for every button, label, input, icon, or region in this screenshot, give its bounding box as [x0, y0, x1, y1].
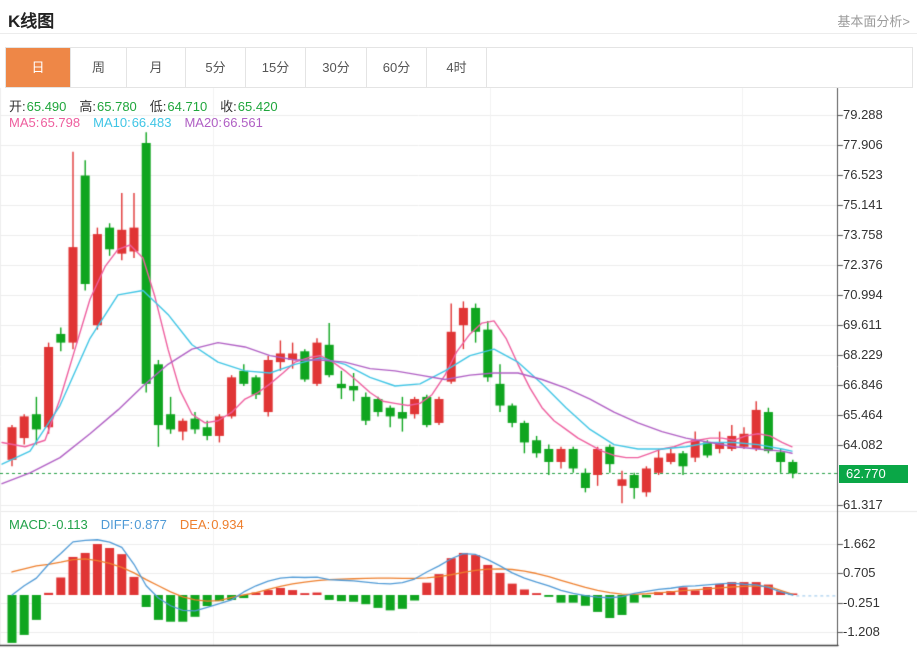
tab-period-1[interactable]: 周	[71, 48, 127, 87]
price-tick-label: 69.611	[843, 317, 882, 332]
macd-tick-label: -1.208	[843, 624, 880, 639]
tab-period-5[interactable]: 30分	[306, 48, 367, 87]
macd-legend: MACD:-0.113 DIFF:0.877 DEA:0.934	[9, 517, 257, 532]
price-tick-label: 61.317	[843, 497, 883, 512]
tab-period-3[interactable]: 5分	[186, 48, 246, 87]
tab-period-6[interactable]: 60分	[367, 48, 427, 87]
price-tick-label: 70.994	[843, 287, 883, 302]
ma-legend: MA5:65.798 MA10:66.483 MA20:66.561	[9, 115, 276, 130]
current-price-badge: 62.770	[839, 465, 908, 483]
legend-ma-item-0: MA5:65.798	[9, 115, 80, 130]
legend-ohlc-item-3: 收:65.420	[220, 99, 277, 114]
legend-ohlc-item-2: 低:64.710	[150, 99, 207, 114]
kline-widget: K线图 基本面分析> 日周月5分15分30分60分4时 开:65.490 高:65…	[0, 0, 917, 649]
legend-macd-item-2: DEA:0.934	[180, 517, 244, 532]
price-tick-label: 65.464	[843, 407, 883, 422]
price-tick-label: 66.846	[843, 377, 883, 392]
ohlc-legend: 开:65.490 高:65.780 低:64.710 收:65.420	[9, 96, 291, 115]
macd-tick-label: -0.251	[843, 595, 880, 610]
price-tick-label: 64.082	[843, 437, 883, 452]
price-tick-label: 77.906	[843, 137, 883, 152]
tab-period-7[interactable]: 4时	[427, 48, 487, 87]
legend-ohlc-item-0: 开:65.490	[9, 99, 66, 114]
legend-ohlc-item-1: 高:65.780	[79, 99, 136, 114]
legend-macd-item-0: MACD:-0.113	[9, 517, 88, 532]
tab-period-4[interactable]: 15分	[246, 48, 306, 87]
legend-ma-item-2: MA20:66.561	[184, 115, 262, 130]
macd-tick-label: 0.705	[843, 565, 876, 580]
price-tick-label: 79.288	[843, 107, 883, 122]
fundamental-analysis-link[interactable]: 基本面分析>	[837, 11, 910, 30]
macd-tick-label: 1.662	[843, 536, 876, 551]
price-tick-label: 73.758	[843, 227, 883, 242]
tab-period-2[interactable]: 月	[127, 48, 186, 87]
price-tick-label: 75.141	[843, 197, 883, 212]
legend-macd-item-1: DIFF:0.877	[101, 517, 167, 532]
tab-period-0[interactable]: 日	[6, 48, 71, 87]
period-tabbar: 日周月5分15分30分60分4时	[5, 47, 913, 88]
header-divider	[0, 33, 917, 34]
price-tick-label: 68.229	[843, 347, 883, 362]
page-title: K线图	[8, 7, 54, 32]
price-tick-label: 72.376	[843, 257, 883, 272]
price-tick-label: 76.523	[843, 167, 883, 182]
legend-ma-item-1: MA10:66.483	[93, 115, 171, 130]
